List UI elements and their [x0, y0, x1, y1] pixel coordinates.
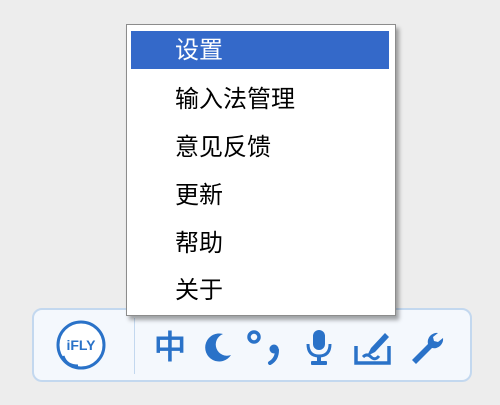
context-menu: 设置 输入法管理 意见反馈 更新 帮助 关于 [126, 24, 396, 316]
ifly-logo-button[interactable]: iFLY [56, 320, 106, 370]
logo-text: iFLY [66, 337, 96, 353]
menu-item-ime-management[interactable]: 输入法管理 [131, 80, 389, 118]
language-mode-toggle[interactable]: 中 [152, 328, 188, 366]
ifly-logo-icon: iFLY [56, 320, 106, 370]
menu-item-help[interactable]: 帮助 [131, 224, 389, 262]
menu-item-update[interactable]: 更新 [131, 176, 389, 214]
handwriting-icon[interactable] [352, 328, 394, 366]
menu-item-feedback[interactable]: 意见反馈 [131, 128, 389, 166]
moon-icon[interactable] [202, 328, 234, 366]
ime-toolbar: iFLY 中 [32, 308, 472, 382]
microphone-icon[interactable] [302, 328, 336, 366]
menu-item-about[interactable]: 关于 [131, 271, 389, 309]
toolbar-divider [134, 318, 135, 374]
wrench-icon[interactable] [406, 328, 446, 366]
menu-item-settings[interactable]: 设置 [131, 31, 389, 69]
punctuation-icon[interactable] [244, 328, 286, 366]
